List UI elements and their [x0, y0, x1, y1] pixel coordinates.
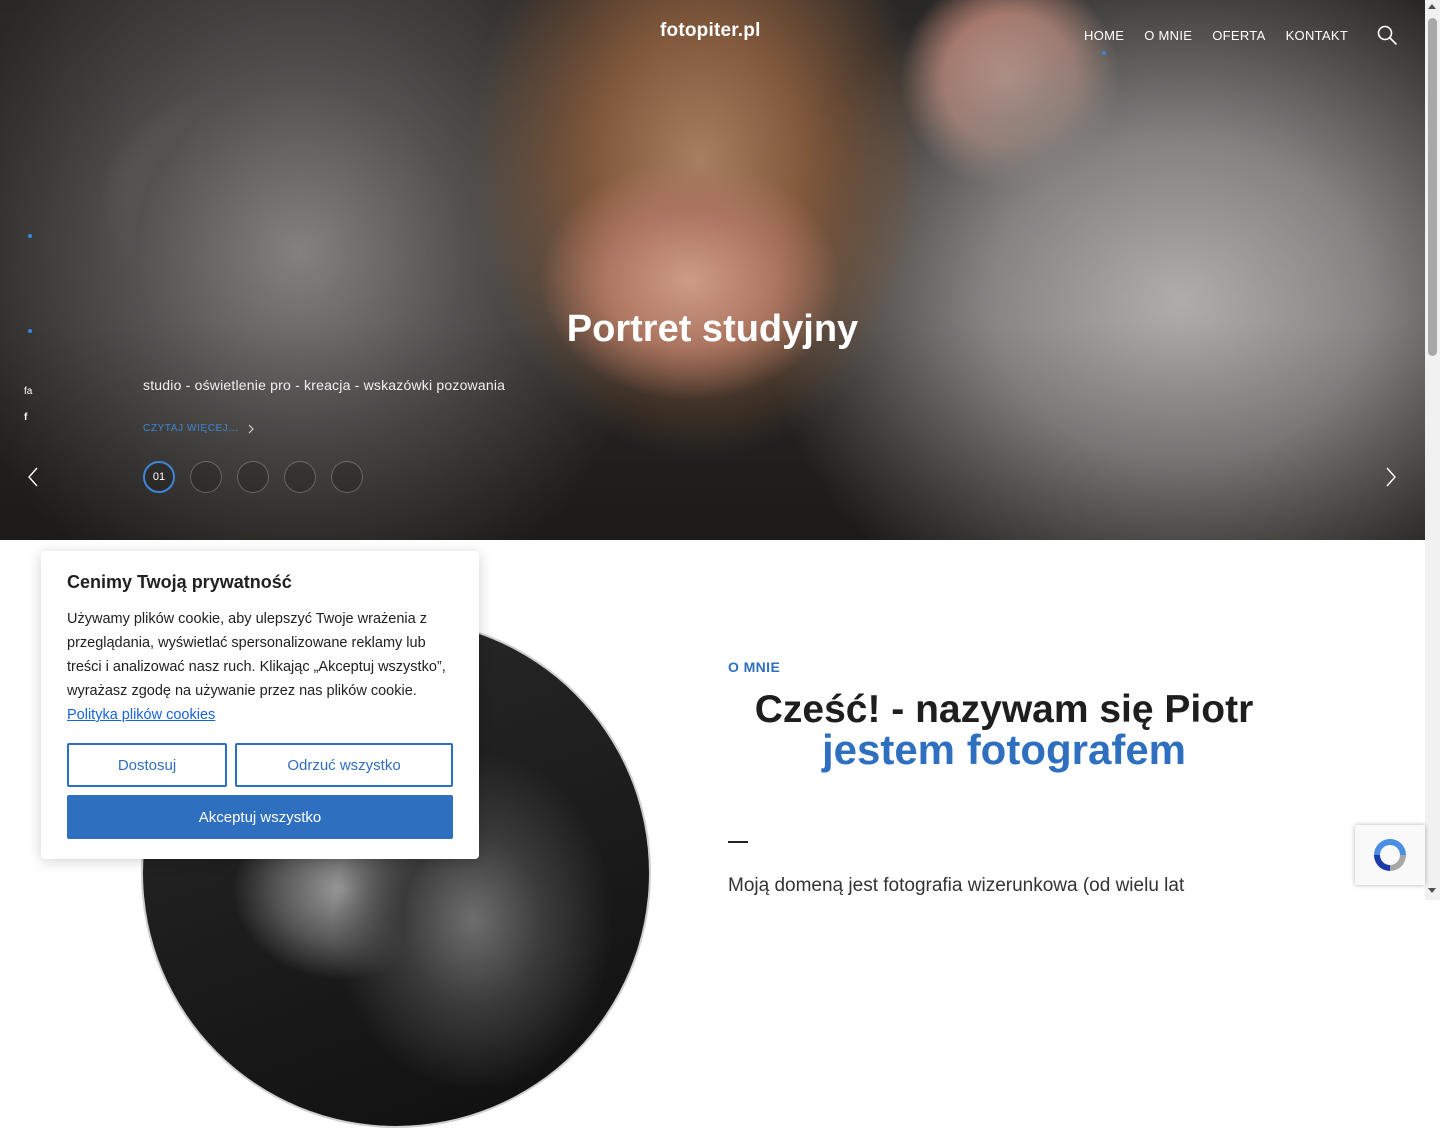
main-nav: HOME O MNIE OFERTA KONTAKT: [1084, 28, 1349, 55]
slide-subtitle: studio - oświetlenie pro - kreacja - wsk…: [143, 377, 506, 393]
slide-dot[interactable]: [284, 461, 316, 493]
cookie-text: Używamy plików cookie, aby ulepszyć Twoj…: [67, 607, 459, 727]
cookie-consent-dialog: Cenimy Twoją prywatność Używamy plików c…: [41, 551, 479, 859]
chevron-left-icon[interactable]: [26, 466, 40, 488]
cookie-policy-link[interactable]: Polityka plików cookies: [67, 707, 215, 723]
customize-button[interactable]: Dostosuj: [67, 743, 227, 787]
about-paragraph: Moją domeną jest fotografia wizerunkowa …: [728, 875, 1185, 896]
scroll-down-icon[interactable]: [1428, 888, 1436, 893]
nav-item-oferta[interactable]: OFERTA: [1212, 28, 1265, 43]
chevron-right-icon: [248, 424, 254, 433]
hero-image: [0, 0, 1425, 540]
recaptcha-badge[interactable]: [1355, 825, 1425, 885]
scrollbar[interactable]: [1425, 0, 1440, 900]
share-label: fa: [24, 386, 33, 397]
chevron-right-icon[interactable]: [1384, 466, 1398, 488]
accept-all-button[interactable]: Akceptuj wszystko: [67, 795, 453, 839]
cookie-description: Używamy plików cookie, aby ulepszyć Twoj…: [67, 611, 446, 699]
nav-item-kontakt[interactable]: KONTAKT: [1286, 28, 1349, 43]
search-icon[interactable]: [1376, 24, 1398, 46]
recaptcha-icon: [1374, 839, 1406, 871]
slide-dot[interactable]: 01: [143, 461, 175, 493]
about-heading-accent: jestem fotografem: [821, 726, 1187, 773]
nav-item-o-mnie[interactable]: O MNIE: [1144, 28, 1192, 43]
social-share[interactable]: fa f: [20, 386, 38, 426]
reject-all-button[interactable]: Odrzuć wszystko: [235, 743, 453, 787]
slide-title: Portret studyjny: [566, 308, 859, 350]
nav-item-home[interactable]: HOME: [1084, 28, 1124, 55]
read-more-link[interactable]: CZYTAJ WIĘCEJ...: [143, 423, 255, 434]
scroll-up-icon[interactable]: [1428, 4, 1436, 9]
cookie-title: Cenimy Twoją prywatność: [67, 572, 292, 592]
about-heading: Cześć! - nazywam się Piotr jestem fotogr…: [728, 688, 1280, 773]
scroll-thumb[interactable]: [1428, 18, 1437, 356]
slide-dot[interactable]: [237, 461, 269, 493]
divider: [728, 841, 748, 843]
hero-slider: fotopiter.pl HOME O MNIE OFERTA KONTAKT …: [0, 0, 1425, 540]
read-more-label: CZYTAJ WIĘCEJ...: [143, 423, 239, 434]
site-logo[interactable]: fotopiter.pl: [660, 20, 761, 42]
slide-dot[interactable]: [190, 461, 222, 493]
section-eyebrow: O MNIE: [728, 659, 781, 675]
slide-dot[interactable]: [331, 461, 363, 493]
side-dot: [28, 234, 32, 238]
slide-pager: 01: [143, 461, 363, 493]
facebook-icon[interactable]: f: [24, 412, 27, 423]
about-heading-main: Cześć! - nazywam się Piotr: [754, 688, 1254, 731]
